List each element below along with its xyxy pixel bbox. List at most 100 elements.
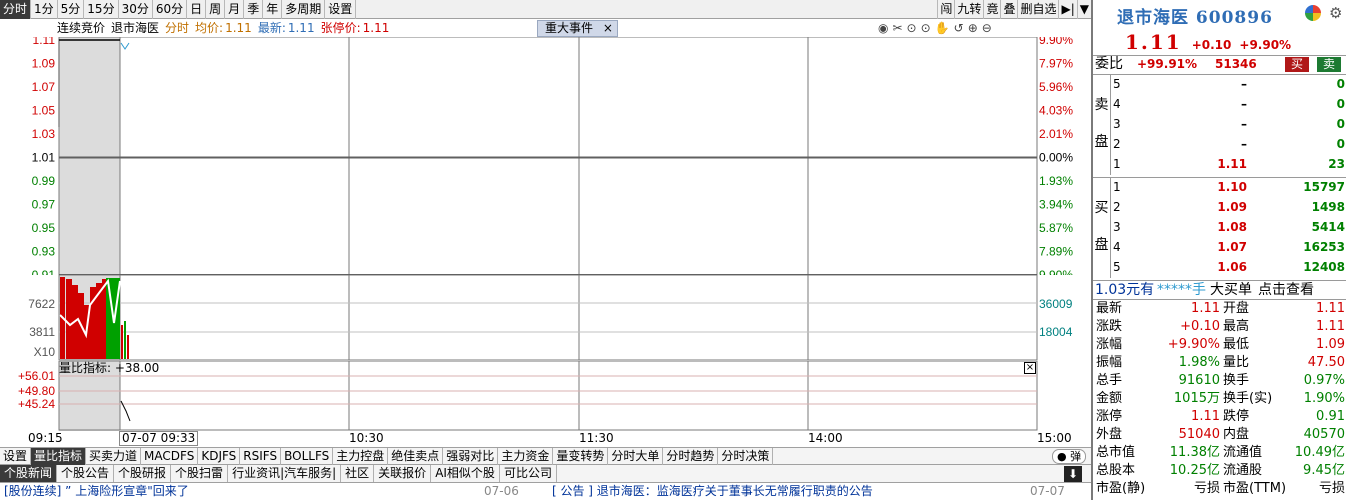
- bid-row[interactable]: 2 1.09 1498: [1113, 198, 1346, 217]
- tab-15min[interactable]: 15分: [84, 0, 119, 19]
- ask-row[interactable]: 2 – 0: [1113, 135, 1346, 154]
- indicator-tab-rsifs[interactable]: RSIFS: [240, 448, 282, 465]
- ask-row[interactable]: 4 – 0: [1113, 95, 1346, 114]
- intraday-chart-panel: 分时 1分 5分 15分 30分 60分 日 周 月 季 年 多周期 设置 闯 …: [0, 0, 1091, 500]
- indicator-tab-kdjfs[interactable]: KDJFS: [198, 448, 241, 465]
- tool-die[interactable]: 叠: [1000, 0, 1017, 19]
- time-tick: 10:30: [349, 431, 384, 445]
- hand-icon[interactable]: ✋: [935, 21, 950, 37]
- ask-book-label: 卖 盘: [1093, 75, 1111, 175]
- pct-tick-label: 9.90%: [1039, 268, 1073, 275]
- news-tab-research[interactable]: 个股研报: [114, 465, 172, 482]
- tool-jing[interactable]: 竟: [983, 0, 1000, 19]
- stat-label: 外盘: [1096, 427, 1123, 442]
- stat-label: 内盘: [1223, 427, 1250, 442]
- indicator-tab-volume-trend[interactable]: 量变转势: [553, 448, 609, 465]
- indicator-tab-sell-point[interactable]: 绝佳卖点: [388, 448, 444, 465]
- volume-tick-label: 7622: [28, 297, 55, 311]
- bid-row[interactable]: 1 1.10 15797: [1113, 178, 1346, 197]
- news-headline-right[interactable]: [ 公告 ] 退市海医：监海医疗关于董事长无常履行职责的公告: [552, 484, 873, 500]
- close-icon[interactable]: ×: [603, 21, 613, 35]
- news-tabs: 个股新闻 个股公告 个股研报 个股扫雷 行业资讯|汽车服务| 社区 关联报价 A…: [0, 465, 1091, 483]
- bid-row[interactable]: 4 1.07 16253: [1113, 238, 1346, 257]
- pct-tick-label: 5.87%: [1039, 221, 1073, 235]
- tab-60min[interactable]: 60分: [153, 0, 188, 19]
- news-tab-industry[interactable]: 行业资讯|汽车服务|: [228, 465, 342, 482]
- buy-button[interactable]: 买: [1285, 57, 1309, 72]
- gear-icon[interactable]: ⚙: [1329, 5, 1342, 21]
- pie-chart-icon[interactable]: [1305, 5, 1321, 21]
- news-tab-community[interactable]: 社区: [341, 465, 375, 482]
- stat-label: 流通股: [1223, 463, 1263, 478]
- news-headline-left[interactable]: [股份连续] ” 上海险形宣章"回来了: [4, 484, 189, 500]
- tab-multi-period[interactable]: 多周期: [282, 0, 326, 19]
- zoom-out-icon[interactable]: ⊖: [982, 21, 992, 37]
- tab-settings[interactable]: 设置: [325, 0, 357, 19]
- play-icon[interactable]: ⊙: [907, 21, 917, 37]
- stat-value: +9.90%: [1167, 337, 1220, 352]
- stat-value: 10.49亿: [1294, 445, 1345, 460]
- stat-label: 涨幅: [1096, 337, 1123, 352]
- indicator-tab-bollfs[interactable]: BOLLFS: [281, 448, 334, 465]
- zoom-in-icon[interactable]: ⊕: [968, 21, 978, 37]
- major-event-button[interactable]: 重大事件 ×: [537, 20, 618, 37]
- tab-week[interactable]: 周: [206, 0, 226, 19]
- indicator-tab-main-control[interactable]: 主力控盘: [333, 448, 389, 465]
- tab-intraday[interactable]: 分时: [0, 0, 32, 19]
- ask-row[interactable]: 1 1.11 23: [1113, 155, 1346, 174]
- stat-value: 1.11: [1191, 301, 1220, 316]
- scissors-icon[interactable]: ✂: [892, 21, 902, 37]
- arrow-right-end-icon[interactable]: ▶|: [1058, 0, 1076, 19]
- indicator-tab-macdfs[interactable]: MACDFS: [141, 448, 199, 465]
- news-tab-risk-scan[interactable]: 个股扫雷: [171, 465, 229, 482]
- news-tab-ai-similar[interactable]: AI相似个股: [431, 465, 500, 482]
- indicator-tab-volume-ratio[interactable]: 量比指标: [31, 448, 87, 465]
- bullet-toggle-button[interactable]: ● 弹: [1052, 449, 1087, 464]
- news-tab-announcements[interactable]: 个股公告: [57, 465, 115, 482]
- chart-tools: ◉ ✂ ⊙ ⊙ ✋ ↺ ⊕ ⊖: [878, 21, 992, 37]
- volume-bar-red: [102, 279, 106, 359]
- news-tab-stock-news[interactable]: 个股新闻: [0, 465, 58, 482]
- news-tab-comparable[interactable]: 可比公司: [500, 465, 557, 482]
- stat-label: 涨跌: [1096, 319, 1123, 334]
- tab-day[interactable]: 日: [187, 0, 207, 19]
- close-icon[interactable]: ×: [1024, 362, 1036, 374]
- pct-tick-label: 7.97%: [1039, 57, 1073, 71]
- big-buy-link[interactable]: 点击查看: [1258, 281, 1314, 300]
- news-tab-related-quotes[interactable]: 关联报价: [374, 465, 432, 482]
- tab-month[interactable]: 月: [225, 0, 245, 19]
- indicator-tab-main-funds[interactable]: 主力资金: [498, 448, 554, 465]
- tool-jiuzhuan[interactable]: 九转: [954, 0, 983, 19]
- indicator-tab-trend[interactable]: 分时趋势: [663, 448, 719, 465]
- undo-icon[interactable]: ↺: [954, 21, 964, 37]
- tab-quarter[interactable]: 季: [244, 0, 264, 19]
- tool-remove-watchlist[interactable]: 删自选: [1017, 0, 1058, 19]
- tab-1min[interactable]: 1分: [31, 0, 58, 19]
- bid-row[interactable]: 3 1.08 5414: [1113, 218, 1346, 237]
- tab-year[interactable]: 年: [263, 0, 283, 19]
- stat-label: 换手(实): [1223, 391, 1273, 406]
- sell-button[interactable]: 卖: [1317, 57, 1341, 72]
- indicator-tab-strength[interactable]: 强弱对比: [443, 448, 499, 465]
- indicator-tab-buy-sell-force[interactable]: 买卖力道: [86, 448, 142, 465]
- volume-bar-red: [66, 279, 72, 359]
- eye-icon[interactable]: ◉: [878, 21, 888, 37]
- order-ratio-row: 委比 +99.91% 51346 买 卖: [1093, 56, 1346, 73]
- indicator-tab-settings[interactable]: 设置: [0, 448, 32, 465]
- download-icon[interactable]: ⬇: [1064, 466, 1082, 482]
- bid-row[interactable]: 5 1.06 12408: [1113, 258, 1346, 277]
- dropdown-arrow-icon[interactable]: ▼: [1076, 0, 1091, 19]
- volume-grid: [58, 275, 1038, 361]
- tool-chuang[interactable]: 闯: [937, 0, 954, 19]
- ask-row[interactable]: 3 – 0: [1113, 115, 1346, 134]
- volume-tick-label: X10: [34, 345, 56, 359]
- indicator-tab-big-orders[interactable]: 分时大单: [608, 448, 664, 465]
- ask-row[interactable]: 5 – 0: [1113, 75, 1346, 94]
- tab-5min[interactable]: 5分: [58, 0, 85, 19]
- indicator-tab-decision[interactable]: 分时决策: [718, 448, 774, 465]
- indicator-title: 量比指标: +38.00: [59, 361, 160, 375]
- tab-30min[interactable]: 30分: [119, 0, 153, 19]
- record-icon[interactable]: ⊙: [921, 21, 931, 37]
- stock-code: 600896: [1195, 8, 1273, 28]
- bid-level: 1: [1113, 180, 1121, 194]
